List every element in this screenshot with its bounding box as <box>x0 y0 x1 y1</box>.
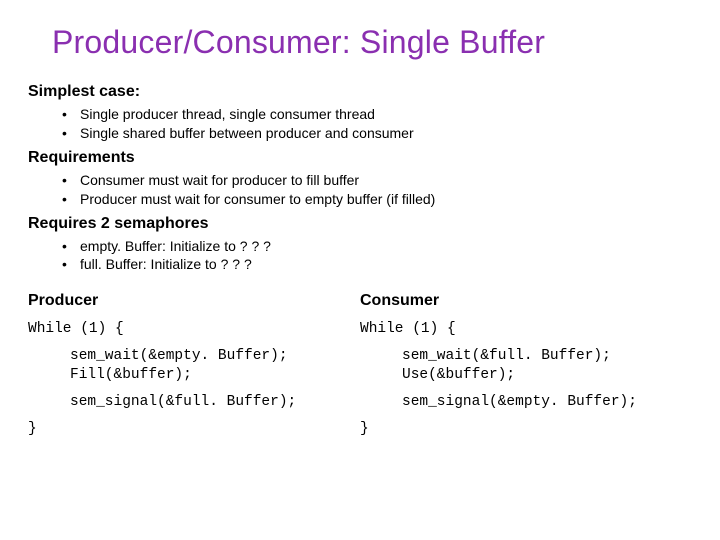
bullet-list-requirements: Consumer must wait for producer to fill … <box>28 171 692 209</box>
code-line: } <box>360 420 692 439</box>
code-line: Fill(&buffer); <box>70 366 360 385</box>
code-line: sem_signal(&empty. Buffer); <box>402 393 692 412</box>
code-block: sem_wait(&full. Buffer); Use(&buffer); <box>360 347 692 385</box>
section-head-requirements: Requirements <box>28 149 692 167</box>
list-item: empty. Buffer: Initialize to ? ? ? <box>28 237 692 256</box>
code-line: While (1) { <box>360 320 692 339</box>
list-item: Consumer must wait for producer to fill … <box>28 171 692 190</box>
section-head-simplest: Simplest case: <box>28 83 692 101</box>
producer-column: Producer While (1) { sem_wait(&empty. Bu… <box>28 292 360 438</box>
code-columns: Producer While (1) { sem_wait(&empty. Bu… <box>28 292 692 438</box>
list-item: Single shared buffer between producer an… <box>28 124 692 143</box>
list-item: Producer must wait for consumer to empty… <box>28 190 692 209</box>
list-item: full. Buffer: Initialize to ? ? ? <box>28 255 692 274</box>
section-head-semaphores: Requires 2 semaphores <box>28 215 692 233</box>
code-block: sem_signal(&empty. Buffer); <box>360 393 692 412</box>
code-line: sem_wait(&empty. Buffer); <box>70 347 360 366</box>
code-block: sem_signal(&full. Buffer); <box>28 393 360 412</box>
slide: Producer/Consumer: Single Buffer Simples… <box>0 0 720 540</box>
consumer-head: Consumer <box>360 292 692 310</box>
code-block: sem_wait(&empty. Buffer); Fill(&buffer); <box>28 347 360 385</box>
page-title: Producer/Consumer: Single Buffer <box>52 24 692 61</box>
code-line: } <box>28 420 360 439</box>
code-line: sem_signal(&full. Buffer); <box>70 393 360 412</box>
bullet-list-simplest: Single producer thread, single consumer … <box>28 105 692 143</box>
producer-head: Producer <box>28 292 360 310</box>
consumer-column: Consumer While (1) { sem_wait(&full. Buf… <box>360 292 692 438</box>
code-line: sem_wait(&full. Buffer); <box>402 347 692 366</box>
list-item: Single producer thread, single consumer … <box>28 105 692 124</box>
code-line: Use(&buffer); <box>402 366 692 385</box>
bullet-list-semaphores: empty. Buffer: Initialize to ? ? ? full.… <box>28 237 692 275</box>
code-line: While (1) { <box>28 320 360 339</box>
